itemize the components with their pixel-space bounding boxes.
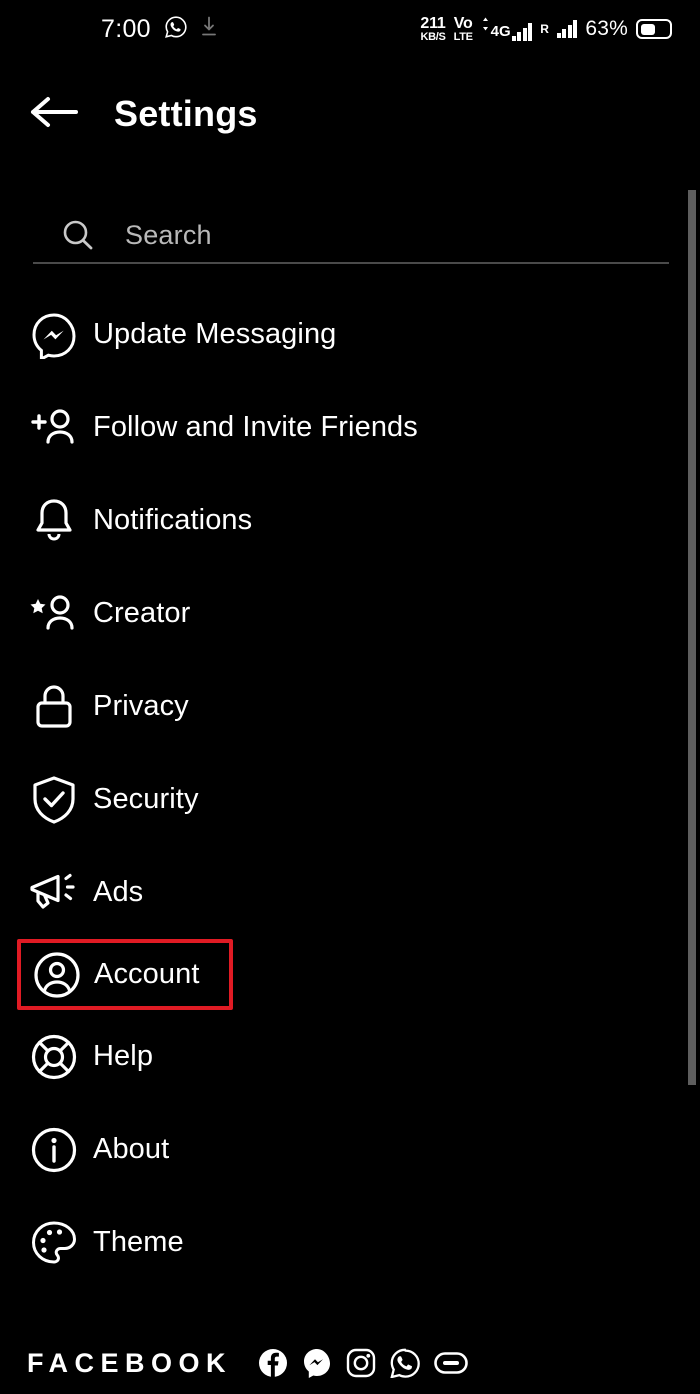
settings-item-help[interactable]: Help xyxy=(0,1010,700,1103)
facebook-icon[interactable] xyxy=(258,1348,288,1378)
app-header: Settings xyxy=(0,74,700,154)
settings-item-label: Update Messaging xyxy=(93,318,337,350)
battery-icon xyxy=(636,19,672,39)
whatsapp-icon[interactable] xyxy=(390,1348,420,1378)
settings-item-ads[interactable]: Ads xyxy=(0,846,700,939)
settings-item-account[interactable]: Account xyxy=(17,939,233,1010)
star-person-icon xyxy=(26,591,82,637)
bell-icon xyxy=(26,497,82,545)
volte-bottom-label: LTE xyxy=(453,30,473,43)
settings-item-security[interactable]: Security xyxy=(0,753,700,846)
settings-item-label: Creator xyxy=(93,597,191,629)
settings-item-label: Follow and Invite Friends xyxy=(93,411,418,443)
search-input[interactable]: Search xyxy=(33,208,669,264)
settings-item-creator[interactable]: Creator xyxy=(0,567,700,660)
data-arrows-icon xyxy=(481,17,490,41)
instagram-icon[interactable] xyxy=(346,1348,376,1378)
network-speed-value: 211 xyxy=(420,14,446,32)
status-time: 7:00 xyxy=(101,14,151,43)
status-bar-left: 7:00 xyxy=(101,15,217,44)
settings-item-about[interactable]: About xyxy=(0,1103,700,1196)
lock-icon xyxy=(26,683,82,731)
info-circle-icon xyxy=(26,1126,82,1174)
settings-item-follow-and-invite-friends[interactable]: Follow and Invite Friends xyxy=(0,381,700,474)
settings-item-notifications[interactable]: Notifications xyxy=(0,474,700,567)
settings-item-label: Theme xyxy=(93,1226,184,1258)
settings-item-label: Security xyxy=(93,783,199,815)
settings-item-label: Account xyxy=(94,958,200,990)
status-bar: 7:00 211 KB/S Vo LTE 4G R 63% xyxy=(0,0,700,58)
network-type-label: 4G xyxy=(490,23,511,40)
settings-item-label: About xyxy=(93,1133,170,1165)
footer: FACEBOOK xyxy=(0,1332,700,1394)
network-speed-indicator: 211 KB/S xyxy=(420,14,446,43)
volte-top-label: Vo xyxy=(453,14,473,32)
settings-list: Update Messaging Follow and Invite Frien… xyxy=(0,288,700,1289)
facebook-wordmark: FACEBOOK xyxy=(27,1347,233,1378)
account-circle-icon xyxy=(29,951,85,999)
settings-item-label: Privacy xyxy=(93,690,189,722)
back-button[interactable] xyxy=(22,82,86,146)
settings-item-label: Help xyxy=(93,1040,154,1072)
search-placeholder: Search xyxy=(125,219,212,250)
settings-item-theme[interactable]: Theme xyxy=(0,1196,700,1289)
signal-bars-sim1-icon xyxy=(511,23,533,41)
palette-icon xyxy=(26,1219,82,1267)
settings-item-privacy[interactable]: Privacy xyxy=(0,660,700,753)
battery-percent-label: 63% xyxy=(585,17,628,40)
search-icon xyxy=(61,218,95,252)
footer-app-icons xyxy=(258,1348,468,1378)
download-icon xyxy=(201,16,217,43)
settings-item-label: Notifications xyxy=(93,504,253,536)
signal-bars-sim2-icon xyxy=(556,20,578,38)
messenger-icon[interactable] xyxy=(302,1348,332,1378)
volte-icon: Vo LTE xyxy=(453,14,473,43)
lifebuoy-icon xyxy=(26,1033,82,1081)
scrollbar-thumb[interactable] xyxy=(688,190,696,1085)
mobile-data-indicator: 4G xyxy=(481,17,533,41)
whatsapp-icon xyxy=(164,15,188,44)
megaphone-icon xyxy=(26,870,82,916)
page-title: Settings xyxy=(114,93,258,134)
back-arrow-icon xyxy=(28,92,80,137)
messenger-icon xyxy=(26,311,82,359)
status-bar-right: 211 KB/S Vo LTE 4G R 63% xyxy=(420,14,672,43)
add-person-icon xyxy=(26,405,82,451)
network-speed-unit: KB/S xyxy=(420,30,446,43)
settings-item-label: Ads xyxy=(93,876,144,908)
roaming-label: R xyxy=(540,22,549,36)
vertical-scrollbar[interactable] xyxy=(688,190,700,1394)
portal-icon[interactable] xyxy=(434,1352,468,1374)
settings-item-update-messaging[interactable]: Update Messaging xyxy=(0,288,700,381)
shield-check-icon xyxy=(26,775,82,825)
